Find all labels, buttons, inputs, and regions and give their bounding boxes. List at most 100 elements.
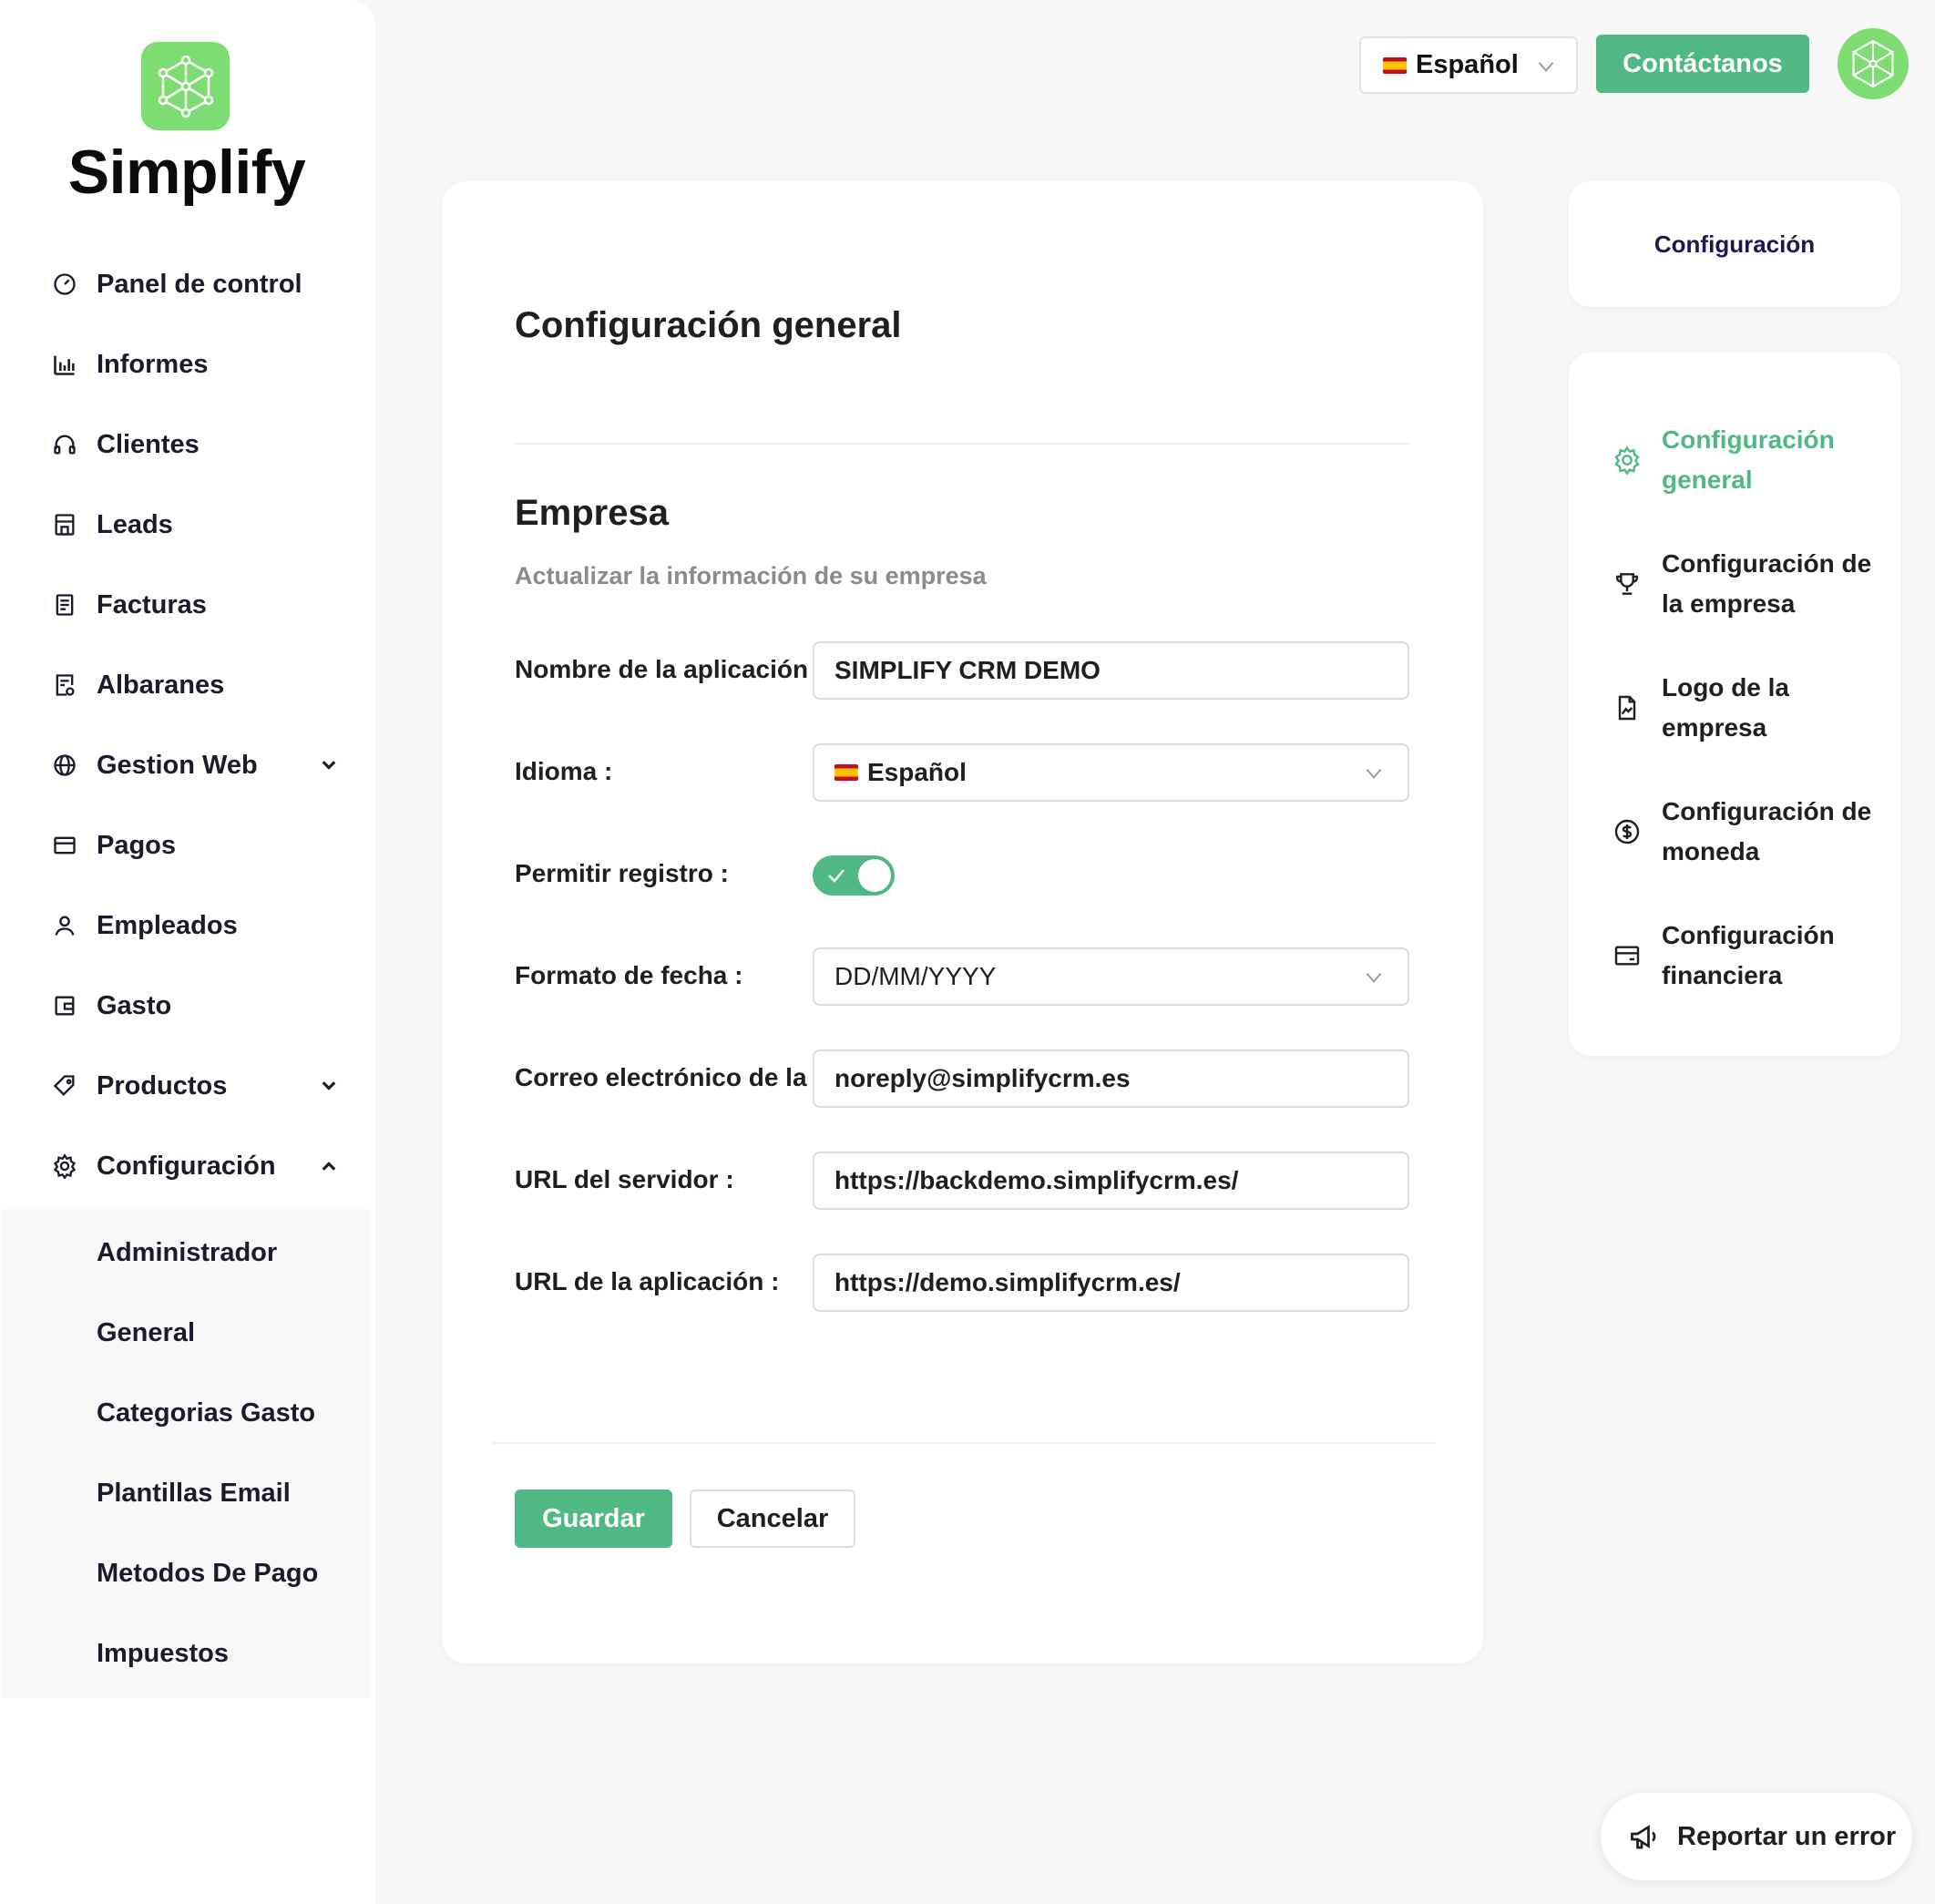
brand-name: Simplify [67, 138, 306, 207]
submenu-item-plantillas-email[interactable]: Plantillas Email [97, 1479, 291, 1509]
globe-icon [51, 752, 78, 779]
server-url-input[interactable]: https://backdemo.simplifycrm.es/ [813, 1152, 1409, 1210]
trophy-icon [1615, 573, 1639, 595]
divider [515, 443, 1410, 445]
megaphone-icon [1631, 1825, 1656, 1849]
email-input[interactable]: noreply@simplifycrm.es [813, 1049, 1409, 1108]
dashboard-icon [51, 271, 78, 298]
language-select[interactable]: Español [813, 743, 1409, 802]
sidebar-item-gasto[interactable]: Gasto [51, 978, 343, 1033]
section-title: Empresa [515, 493, 669, 533]
sidebar-item-label: Informes [97, 349, 209, 379]
sidebar-item-label: Gestion Web [97, 750, 258, 780]
network-logo-icon [158, 55, 213, 118]
language-field-label: Idioma : [515, 757, 613, 785]
configuracion-submenu: Administrador General Categorias Gasto P… [2, 1209, 370, 1698]
sidebar-item-configuracion[interactable]: Configuración [51, 1139, 343, 1193]
sidebar-item-label: Clientes [97, 429, 200, 459]
date-format-select[interactable]: DD/MM/YYYY [813, 947, 1409, 1006]
delivery-note-icon [51, 671, 78, 699]
sidebar-item-label: Albaranes [97, 670, 225, 700]
sidebar-item-label: Empleados [97, 910, 238, 940]
language-selector[interactable]: Español [1359, 36, 1578, 94]
settings-card: Configuración general Empresa Actualizar… [442, 181, 1483, 1663]
sidebar-item-empleados[interactable]: Empleados [51, 898, 343, 953]
app-name-input[interactable]: SIMPLIFY CRM DEMO [813, 641, 1409, 700]
contact-button[interactable]: Contáctanos [1596, 35, 1809, 93]
sidebar-item-label: Facturas [97, 589, 207, 619]
submenu-item-metodos-pago[interactable]: Metodos De Pago [97, 1559, 318, 1589]
headphones-icon [51, 431, 78, 458]
date-format-label: Formato de fecha : [515, 961, 743, 989]
sidebar-item-label: Productos [97, 1070, 228, 1100]
language-label: Español [1416, 50, 1519, 79]
sidebar-item-gestion-web[interactable]: Gestion Web [51, 738, 343, 793]
submenu-item-impuestos[interactable]: Impuestos [97, 1639, 229, 1669]
sidebar-item-label: Gasto [97, 990, 172, 1020]
settings-nav-moneda[interactable]: Configuración de moneda [1662, 792, 1880, 872]
spain-flag-icon [834, 764, 858, 781]
spain-flag-icon [1383, 56, 1407, 74]
sidebar-item-informes[interactable]: Informes [51, 337, 343, 392]
allow-register-toggle[interactable] [813, 855, 895, 896]
sidebar: Simplify Panel de control Informes Clien… [0, 0, 375, 1904]
sidebar-item-facturas[interactable]: Facturas [51, 578, 343, 632]
sidebar-item-productos[interactable]: Productos [51, 1059, 343, 1113]
bar-chart-icon [51, 351, 78, 378]
settings-nav-header: Configuración [1569, 181, 1900, 307]
sidebar-item-clientes[interactable]: Clientes [51, 417, 343, 472]
divider [491, 1442, 1434, 1444]
settings-nav-logo[interactable]: Logo de la empresa [1662, 668, 1880, 748]
invoice-icon [51, 591, 78, 619]
sidebar-item-albaranes[interactable]: Albaranes [51, 658, 343, 712]
chevron-down-icon[interactable] [315, 1072, 343, 1100]
allow-register-label: Permitir registro : [515, 859, 729, 887]
settings-nav-empresa[interactable]: Configuración de la empresa [1662, 544, 1880, 624]
submenu-item-general[interactable]: General [97, 1318, 195, 1348]
avatar[interactable] [1838, 28, 1909, 99]
sidebar-item-label: Panel de control [97, 269, 302, 299]
sidebar-item-label: Configuración [97, 1151, 276, 1181]
chevron-up-icon[interactable] [315, 1152, 343, 1180]
image-file-icon [1618, 695, 1636, 721]
section-subtitle: Actualizar la información de su empresa [515, 562, 987, 589]
sidebar-item-label: Pagos [97, 830, 177, 860]
tag-icon [51, 1072, 78, 1100]
chevron-down-icon[interactable] [315, 752, 343, 779]
page-title: Configuración general [515, 305, 902, 345]
wallet-icon [51, 992, 78, 1019]
app-url-input[interactable]: https://demo.simplifycrm.es/ [813, 1254, 1409, 1312]
report-error-button[interactable]: Reportar un error [1600, 1792, 1913, 1881]
app-url-label: URL de la aplicación : [515, 1267, 780, 1295]
submenu-item-administrador[interactable]: Administrador [97, 1238, 277, 1268]
server-url-label: URL del servidor : [515, 1165, 734, 1193]
card-icon [51, 832, 78, 859]
settings-nav-general[interactable]: Configuración general [1662, 420, 1880, 500]
network-logo-icon [1852, 39, 1894, 88]
chevron-down-icon [1538, 62, 1554, 72]
sidebar-item-leads[interactable]: Leads [51, 497, 343, 552]
check-icon [828, 869, 845, 883]
app-name-label: Nombre de la aplicación [515, 655, 809, 683]
chevron-down-icon [1366, 769, 1382, 779]
sidebar-item-pagos[interactable]: Pagos [51, 818, 343, 873]
settings-nav-financiera[interactable]: Configuración financiera [1662, 916, 1880, 996]
chevron-down-icon [1366, 973, 1382, 983]
email-label: Correo electrónico de la [515, 1063, 807, 1091]
save-button[interactable]: Guardar [515, 1489, 672, 1548]
report-error-label: Reportar un error [1677, 1821, 1897, 1851]
settings-nav: Configuración general Configuración de l… [1569, 353, 1900, 1056]
language-select-value: Español [867, 758, 967, 786]
gear-icon [1614, 445, 1640, 475]
cancel-button[interactable]: Cancelar [690, 1489, 855, 1548]
card-icon [1614, 946, 1640, 966]
submenu-item-categorias-gasto[interactable]: Categorias Gasto [97, 1398, 315, 1428]
logo[interactable] [141, 42, 230, 130]
gear-icon [51, 1152, 78, 1180]
sidebar-item-panel[interactable]: Panel de control [51, 257, 343, 312]
dollar-circle-icon [1614, 819, 1640, 845]
store-icon [51, 511, 78, 538]
toggle-knob [858, 859, 891, 892]
sidebar-item-label: Leads [97, 509, 173, 539]
user-icon [51, 912, 78, 939]
